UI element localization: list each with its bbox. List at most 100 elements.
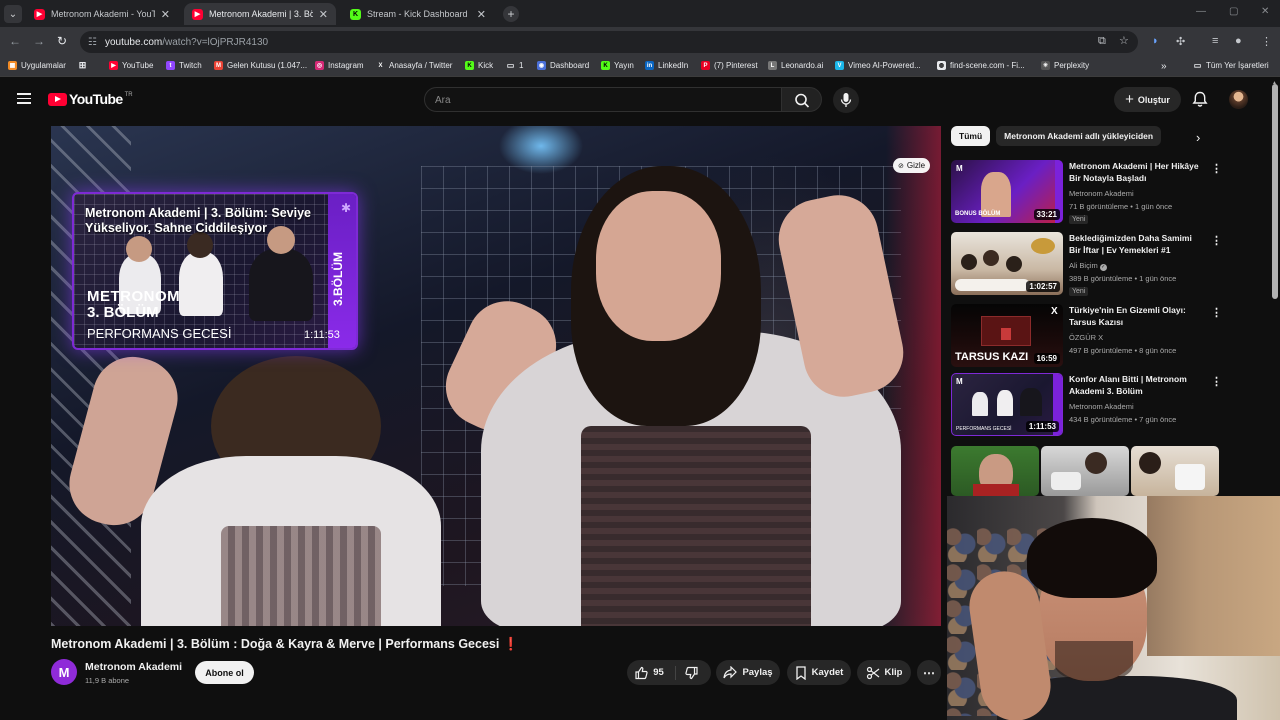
back-icon[interactable]: ← <box>9 34 21 48</box>
shorts-thumbnail[interactable] <box>1131 446 1219 496</box>
save-button[interactable]: Kaydet <box>787 660 851 685</box>
url-host: youtube.com <box>104 36 163 48</box>
more-bookmarks-icon[interactable]: » <box>1161 61 1167 72</box>
save-label: Kaydet <box>811 667 844 678</box>
new-badge: Yeni <box>1069 287 1089 296</box>
bookmark-star-icon[interactable]: ☆ <box>1119 34 1129 47</box>
bookmark-gmail[interactable]: M Gelen Kutusu (1.047... <box>214 61 307 70</box>
more-options-icon[interactable]: ⋮ <box>1211 306 1222 319</box>
search-input[interactable]: Ara <box>424 87 782 112</box>
recommendation-item[interactable]: X TARSUS KAZI 16:59 Türkiye'nin En Gizem… <box>951 304 1222 368</box>
all-bookmarks[interactable]: ▭ Tüm Yer İşaretleri <box>1193 61 1269 70</box>
more-options-icon[interactable]: ⋮ <box>1211 375 1222 388</box>
bookmark-twitch[interactable]: t Twitch <box>166 61 202 70</box>
streamer-hair <box>1027 518 1157 598</box>
end-screen-card[interactable]: Metronom Akademi | 3. Bölüm: Seviye Yüks… <box>72 192 358 350</box>
bookmark-linkedin[interactable]: in LinkedIn <box>645 61 688 70</box>
share-button[interactable]: Paylaş <box>716 660 780 685</box>
video-player[interactable]: ⊘ Gizle Metronom Akademi | 3. Bölüm: Sevi… <box>51 126 941 626</box>
bookmark-twitter[interactable]: X Anasayfa / Twitter <box>376 61 452 70</box>
new-tab-button[interactable]: + <box>503 6 519 22</box>
tab-search-button[interactable]: ⌄ <box>4 5 22 23</box>
shorts-thumbnail[interactable] <box>951 446 1039 496</box>
site-info-icon[interactable]: ☷ <box>88 37 97 48</box>
channel-name: Ali Biçim <box>1069 261 1098 270</box>
recommendation-item[interactable]: M BONUS BÖLÜM 33:21 Metronom Akademi | H… <box>951 160 1222 224</box>
scissors-icon <box>866 666 879 679</box>
browser-tab-active[interactable]: ▶ Metronom Akademi | 3. Bölüm ✕ <box>184 3 336 25</box>
install-app-icon[interactable]: ⧉ <box>1098 35 1106 48</box>
bookmark-leonardo[interactable]: L Leonardo.ai <box>768 61 823 70</box>
video-thumbnail: M PERFORMANS GECESİ 1:11:53 <box>951 373 1063 436</box>
clip-label: Klip <box>884 667 903 678</box>
search-button[interactable] <box>781 87 822 112</box>
close-tab-icon[interactable]: ✕ <box>161 8 170 21</box>
close-tab-icon[interactable]: ✕ <box>319 8 328 21</box>
chip-all[interactable]: Tümü <box>951 126 991 146</box>
grid-icon: ⊞ <box>78 60 87 70</box>
like-count: 95 <box>653 667 664 678</box>
twitch-icon: t <box>166 61 175 70</box>
shorts-thumbnail[interactable] <box>1041 446 1129 496</box>
thumb-person <box>997 390 1013 416</box>
bookmark-label: Leonardo.ai <box>781 61 824 70</box>
close-tab-icon[interactable]: ✕ <box>477 8 486 21</box>
recommendation-item[interactable]: M PERFORMANS GECESİ 1:11:53 Konfor Alanı… <box>951 373 1222 437</box>
thumb-text: TARSUS KAZI <box>955 351 1029 363</box>
minimize-icon[interactable]: — <box>1196 6 1206 17</box>
youtube-logo[interactable]: YouTube TR <box>48 91 133 107</box>
dislike-button[interactable] <box>676 666 704 680</box>
subscribe-button[interactable]: Abone ol <box>195 661 254 684</box>
channel-name[interactable]: Metronom Akademi <box>85 661 182 673</box>
address-bar[interactable]: ☷ youtube.com/watch?v=lOjPRJR4130 ⧉ ☆ <box>80 31 1138 53</box>
like-button[interactable]: 95 <box>634 665 676 680</box>
menu-icon[interactable] <box>17 93 31 104</box>
video-thumbnail: X TARSUS KAZI 16:59 <box>951 304 1063 367</box>
bookmark-kick[interactable]: K Kick <box>465 61 493 70</box>
bookmark-youtube[interactable]: ▶ YouTube <box>109 61 153 70</box>
pinterest-icon: P <box>701 61 710 70</box>
hide-card-button[interactable]: ⊘ Gizle <box>893 158 931 173</box>
clip-button[interactable]: Klip <box>857 660 911 685</box>
more-actions-button[interactable]: ⋯ <box>917 660 941 685</box>
share-icon <box>723 666 738 679</box>
reload-icon[interactable]: ↻ <box>57 34 67 48</box>
bookmark-dashboard[interactable]: ◉ Dashboard <box>537 61 589 70</box>
bookmark-label: Perplexity <box>1054 61 1090 70</box>
browser-menu-icon[interactable]: ⋮ <box>1261 35 1272 48</box>
bookmark-grid[interactable]: ⊞ <box>78 60 91 70</box>
recommendation-title: Metronom Akademi | Her Hikâye Bir Notayl… <box>1069 161 1199 183</box>
more-options-icon[interactable]: ⋮ <box>1211 162 1222 175</box>
channel-avatar[interactable]: M <box>51 659 77 685</box>
bookmark-folder[interactable]: ▭ 1 <box>506 61 524 70</box>
bookmark-label: Uygulamalar <box>21 61 66 70</box>
close-window-icon[interactable]: ✕ <box>1261 6 1269 17</box>
notifications-bell-icon[interactable] <box>1192 91 1208 108</box>
forward-icon[interactable]: → <box>33 34 45 48</box>
browser-tab[interactable]: K Stream - Kick Dashboard ✕ <box>342 3 494 25</box>
thumb-text: BONUS BÖLÜM <box>955 211 1001 217</box>
chevron-right-icon[interactable]: › <box>1196 130 1200 145</box>
bookmark-find-scene[interactable]: ◍ find-scene.com - Fi... <box>937 61 1025 70</box>
bookmark-pinterest[interactable]: P (7) Pinterest <box>701 61 758 70</box>
bookmark-instagram[interactable]: ◎ Instagram <box>315 61 364 70</box>
bookmark-apps[interactable]: ▦ Uygulamalar <box>8 61 66 70</box>
globe-icon: ◍ <box>937 61 946 70</box>
bookmark-yayin[interactable]: K Yayın <box>601 61 634 70</box>
chip-from-uploader[interactable]: Metronom Akademi adlı yükleyiciden <box>996 126 1162 146</box>
recommendation-meta: 389 B görüntüleme • 1 gün önce <box>1069 274 1177 283</box>
account-avatar[interactable] <box>1229 90 1248 109</box>
extensions-puzzle-icon[interactable]: ✣ <box>1176 35 1185 48</box>
more-options-icon[interactable]: ⋮ <box>1211 234 1222 247</box>
bookmark-perplexity[interactable]: ✳ Perplexity <box>1041 61 1089 70</box>
recommendation-item[interactable]: 1:02:57 Beklediğimizden Daha Samimi Bir … <box>951 232 1222 296</box>
create-button[interactable]: + Oluştur <box>1114 87 1181 112</box>
extension-icon[interactable]: ◗ <box>1152 35 1159 47</box>
maximize-icon[interactable]: ▢ <box>1229 6 1238 17</box>
profile-icon[interactable]: ● <box>1235 35 1242 47</box>
media-control-icon[interactable]: ≡ <box>1212 35 1218 47</box>
bookmark-vimeo[interactable]: V Vimeo AI-Powered... <box>835 61 921 70</box>
voice-search-button[interactable] <box>833 87 859 113</box>
page-scrollbar[interactable] <box>1272 84 1278 299</box>
browser-tab[interactable]: ▶ Metronom Akademi - YouTube ✕ <box>26 3 178 25</box>
